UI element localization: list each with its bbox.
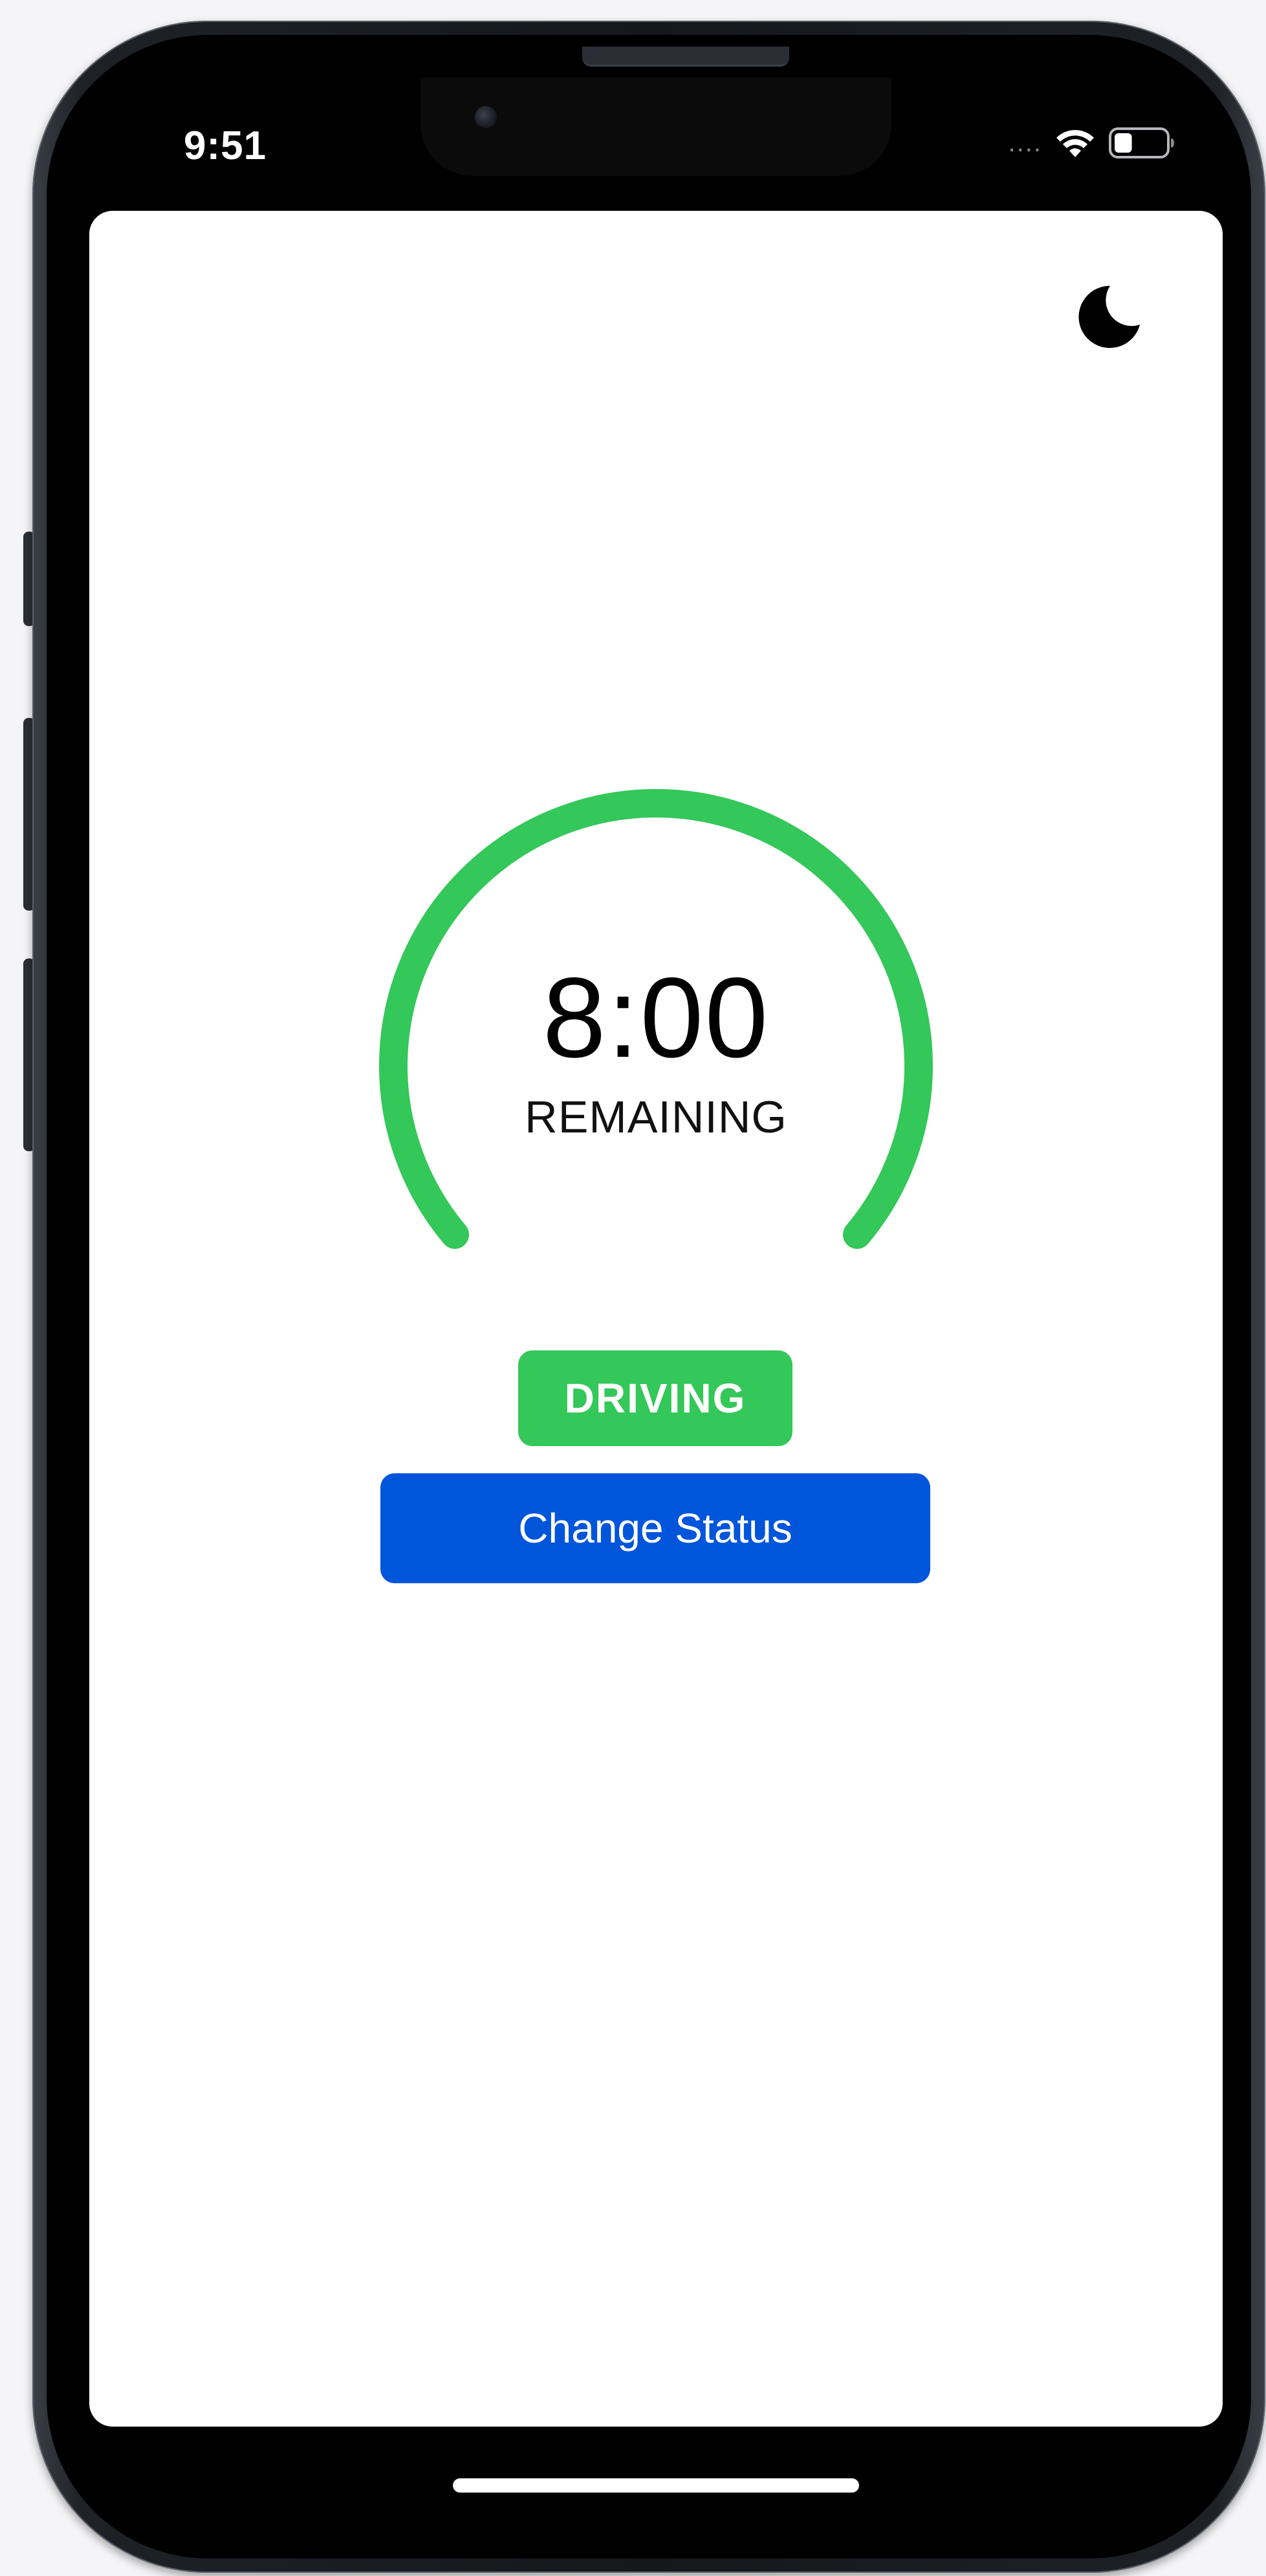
device-frame: 9:51 .... 8:00 REMAINING DRIVING Change … — [0, 0, 1266, 2576]
time-remaining-value: 8:00 — [542, 955, 770, 1081]
battery-icon — [1108, 127, 1175, 159]
notch — [420, 78, 891, 176]
moon-icon[interactable] — [1073, 282, 1144, 353]
status-bar-time: 9:51 — [184, 124, 267, 168]
front-camera — [475, 106, 497, 128]
wifi-icon — [1055, 127, 1095, 158]
app-screen: 8:00 REMAINING DRIVING Change Status — [89, 211, 1223, 2427]
cellular-signal-icon: .... — [1008, 129, 1042, 157]
remaining-label: REMAINING — [525, 1092, 787, 1142]
change-status-button[interactable]: Change Status — [380, 1473, 930, 1583]
status-badge: DRIVING — [518, 1350, 792, 1446]
top-speaker — [582, 47, 789, 67]
status-bar-indicators: .... — [1009, 127, 1175, 159]
home-indicator[interactable] — [453, 2478, 859, 2493]
